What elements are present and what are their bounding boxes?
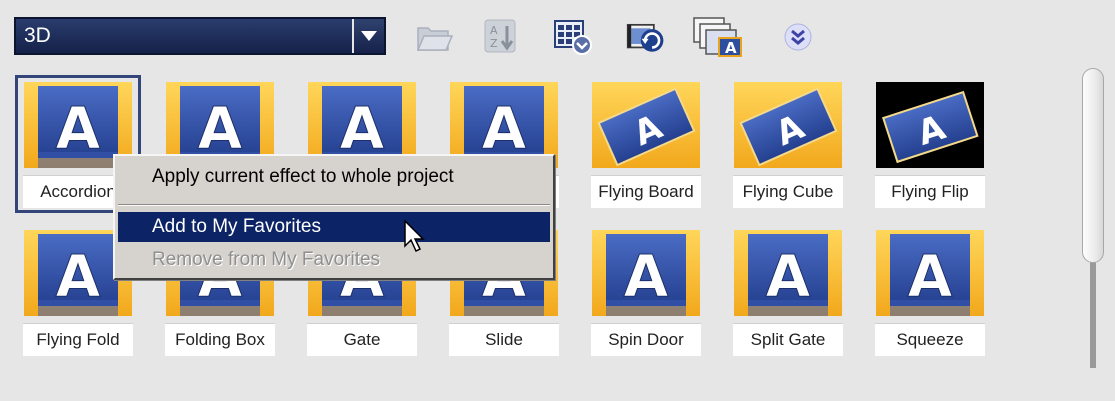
transition-thumbnail[interactable]: A Flying Cube	[728, 78, 848, 210]
category-dropdown[interactable]: 3D	[14, 17, 386, 55]
transition-preview-image: A	[734, 230, 842, 316]
menu-item-apply-to-project[interactable]: Apply current effect to whole project	[118, 162, 550, 192]
svg-text:A: A	[624, 242, 669, 310]
svg-text:A: A	[56, 242, 101, 310]
transition-preview-image: A	[734, 82, 842, 168]
menu-item-remove-from-favorites: Remove from My Favorites	[152, 249, 381, 270]
svg-text:Z: Z	[490, 37, 498, 50]
sort-icon[interactable]: A Z	[482, 17, 522, 57]
transition-label: Flying Fold	[23, 323, 133, 356]
transition-thumbnail[interactable]: A Flying Flip	[870, 78, 990, 210]
more-options-icon[interactable]	[778, 17, 818, 57]
transition-preview-image: A	[592, 230, 700, 316]
transition-label: Flying Cube	[733, 175, 843, 208]
transition-preview-image: A	[592, 82, 700, 168]
transition-thumbnail[interactable]: A Split Gate	[728, 226, 848, 358]
transition-thumbnail[interactable]: A Spin Door	[586, 226, 706, 358]
svg-text:A: A	[56, 94, 101, 162]
open-folder-icon[interactable]	[414, 17, 454, 57]
transition-thumbnail[interactable]: A Squeeze	[870, 226, 990, 358]
scrollbar-thumb[interactable]	[1082, 68, 1104, 263]
svg-text:A: A	[198, 94, 243, 162]
mouse-cursor-icon	[404, 219, 430, 259]
transition-label: Spin Door	[591, 323, 701, 356]
context-menu: Apply current effect to whole project Ad…	[113, 154, 555, 280]
svg-text:A: A	[490, 24, 498, 37]
svg-text:A: A	[766, 242, 811, 310]
svg-text:A: A	[482, 94, 527, 162]
chevron-down-icon[interactable]	[352, 19, 384, 53]
transition-preview-image: A	[876, 82, 984, 168]
transition-preview-image: A	[876, 230, 984, 316]
category-value: 3D	[24, 24, 51, 47]
transition-label: Split Gate	[733, 323, 843, 356]
view-options-icon[interactable]	[553, 17, 593, 57]
menu-item-add-to-favorites[interactable]: Add to My Favorites	[118, 212, 550, 242]
favorites-icon[interactable]: A	[692, 17, 746, 57]
menu-separator	[118, 204, 550, 206]
transition-label: Folding Box	[165, 323, 275, 356]
transition-thumbnail[interactable]: A Flying Board	[586, 78, 706, 210]
svg-text:A: A	[908, 242, 953, 310]
svg-text:A: A	[340, 94, 385, 162]
svg-text:A: A	[725, 39, 737, 57]
apply-transition-icon[interactable]	[626, 17, 666, 57]
transition-label: Slide	[449, 323, 559, 356]
transition-label: Flying Board	[591, 175, 701, 208]
transition-label: Flying Flip	[875, 175, 985, 208]
transition-label: Gate	[307, 323, 417, 356]
transition-label: Squeeze	[875, 323, 985, 356]
